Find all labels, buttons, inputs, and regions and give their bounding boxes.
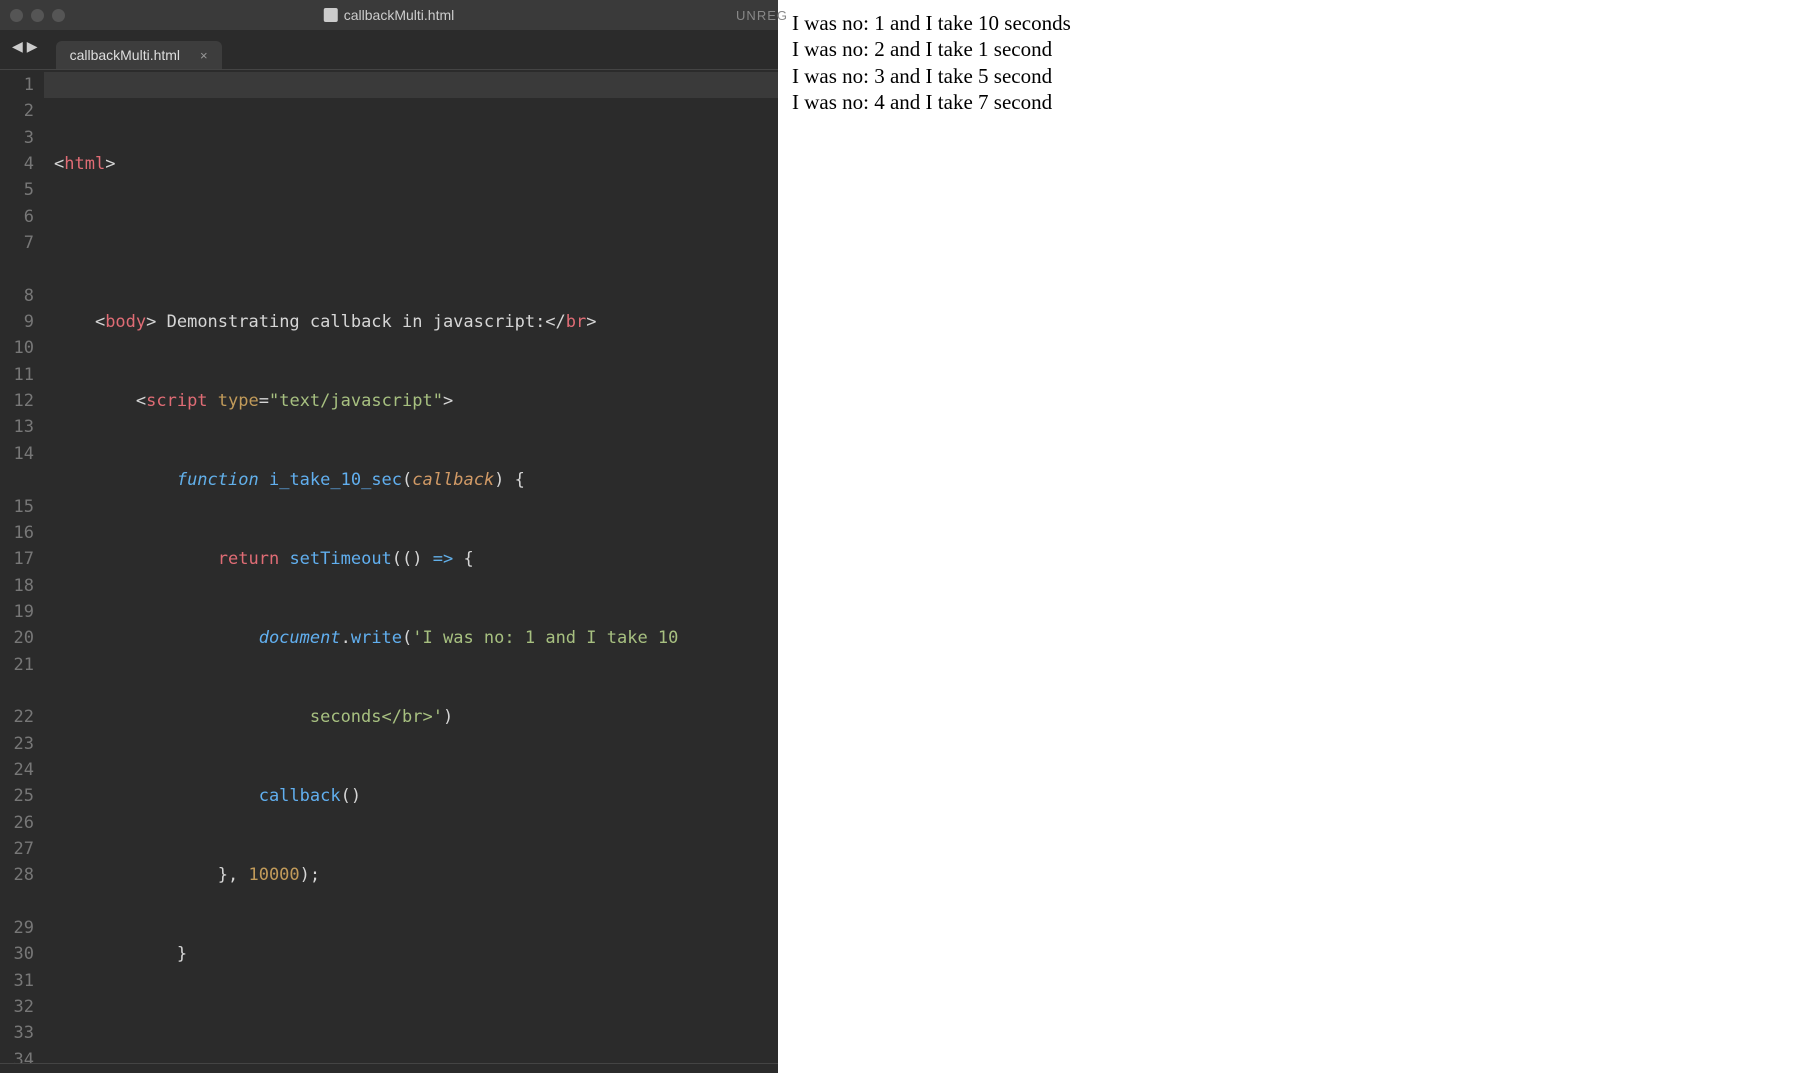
line-number: 4 bbox=[10, 151, 34, 177]
line-number: 1 bbox=[10, 72, 34, 98]
line-number: 9 bbox=[10, 309, 34, 335]
output-line: I was no: 3 and I take 5 second bbox=[792, 63, 1786, 89]
line-number: 13 bbox=[10, 414, 34, 440]
line-number-gutter: 1234567891011121314151617181920212223242… bbox=[0, 70, 44, 1063]
line-number bbox=[10, 889, 34, 915]
line-number: 11 bbox=[10, 362, 34, 388]
line-number: 6 bbox=[10, 204, 34, 230]
line-number: 23 bbox=[10, 731, 34, 757]
line-number: 10 bbox=[10, 335, 34, 361]
window-titlebar: callbackMulti.html UNREG bbox=[0, 0, 778, 30]
line-number: 5 bbox=[10, 177, 34, 203]
line-number: 26 bbox=[10, 810, 34, 836]
line-number: 22 bbox=[10, 704, 34, 730]
file-icon bbox=[324, 8, 338, 22]
maximize-window-button[interactable] bbox=[52, 9, 65, 22]
status-bar bbox=[0, 1063, 778, 1073]
output-line: I was no: 1 and I take 10 seconds bbox=[792, 10, 1786, 36]
line-number: 7 bbox=[10, 230, 34, 256]
line-number: 30 bbox=[10, 941, 34, 967]
code-content[interactable]: <html> <body> Demonstrating callback in … bbox=[44, 70, 778, 1063]
close-tab-icon[interactable]: × bbox=[200, 48, 208, 63]
window-title-text: callbackMulti.html bbox=[344, 7, 454, 23]
line-number bbox=[10, 256, 34, 282]
line-number: 19 bbox=[10, 599, 34, 625]
line-number: 24 bbox=[10, 757, 34, 783]
line-number: 8 bbox=[10, 283, 34, 309]
registration-status: UNREG bbox=[736, 8, 788, 23]
file-tab[interactable]: callbackMulti.html × bbox=[56, 41, 222, 69]
code-area: 1234567891011121314151617181920212223242… bbox=[0, 70, 778, 1063]
active-line-highlight bbox=[44, 72, 778, 98]
close-window-button[interactable] bbox=[10, 9, 23, 22]
line-number: 28 bbox=[10, 862, 34, 888]
line-number: 34 bbox=[10, 1047, 34, 1063]
tab-label: callbackMulti.html bbox=[70, 47, 180, 63]
line-number: 31 bbox=[10, 968, 34, 994]
line-number: 20 bbox=[10, 625, 34, 651]
line-number: 14 bbox=[10, 441, 34, 467]
line-number: 2 bbox=[10, 98, 34, 124]
line-number: 33 bbox=[10, 1020, 34, 1046]
line-number: 15 bbox=[10, 494, 34, 520]
tab-bar: ◀ ▶ callbackMulti.html × bbox=[0, 30, 778, 70]
line-number: 17 bbox=[10, 546, 34, 572]
line-number: 3 bbox=[10, 125, 34, 151]
line-number: 21 bbox=[10, 652, 34, 678]
line-number: 18 bbox=[10, 573, 34, 599]
line-number: 32 bbox=[10, 994, 34, 1020]
browser-output-pane: I was no: 1 and I take 10 seconds I was … bbox=[778, 0, 1800, 1073]
output-line: I was no: 2 and I take 1 second bbox=[792, 36, 1786, 62]
minimize-window-button[interactable] bbox=[31, 9, 44, 22]
line-number: 12 bbox=[10, 388, 34, 414]
editor-pane: callbackMulti.html UNREG ◀ ▶ callbackMul… bbox=[0, 0, 778, 1073]
line-number: 29 bbox=[10, 915, 34, 941]
nav-arrows: ◀ ▶ bbox=[8, 30, 46, 69]
line-number: 16 bbox=[10, 520, 34, 546]
line-number bbox=[10, 678, 34, 704]
line-number: 25 bbox=[10, 783, 34, 809]
nav-forward-icon[interactable]: ▶ bbox=[27, 38, 38, 55]
nav-back-icon[interactable]: ◀ bbox=[12, 38, 23, 55]
line-number bbox=[10, 467, 34, 493]
line-number: 27 bbox=[10, 836, 34, 862]
output-line: I was no: 4 and I take 7 second bbox=[792, 89, 1786, 115]
traffic-lights bbox=[10, 9, 65, 22]
window-title: callbackMulti.html bbox=[324, 7, 454, 23]
